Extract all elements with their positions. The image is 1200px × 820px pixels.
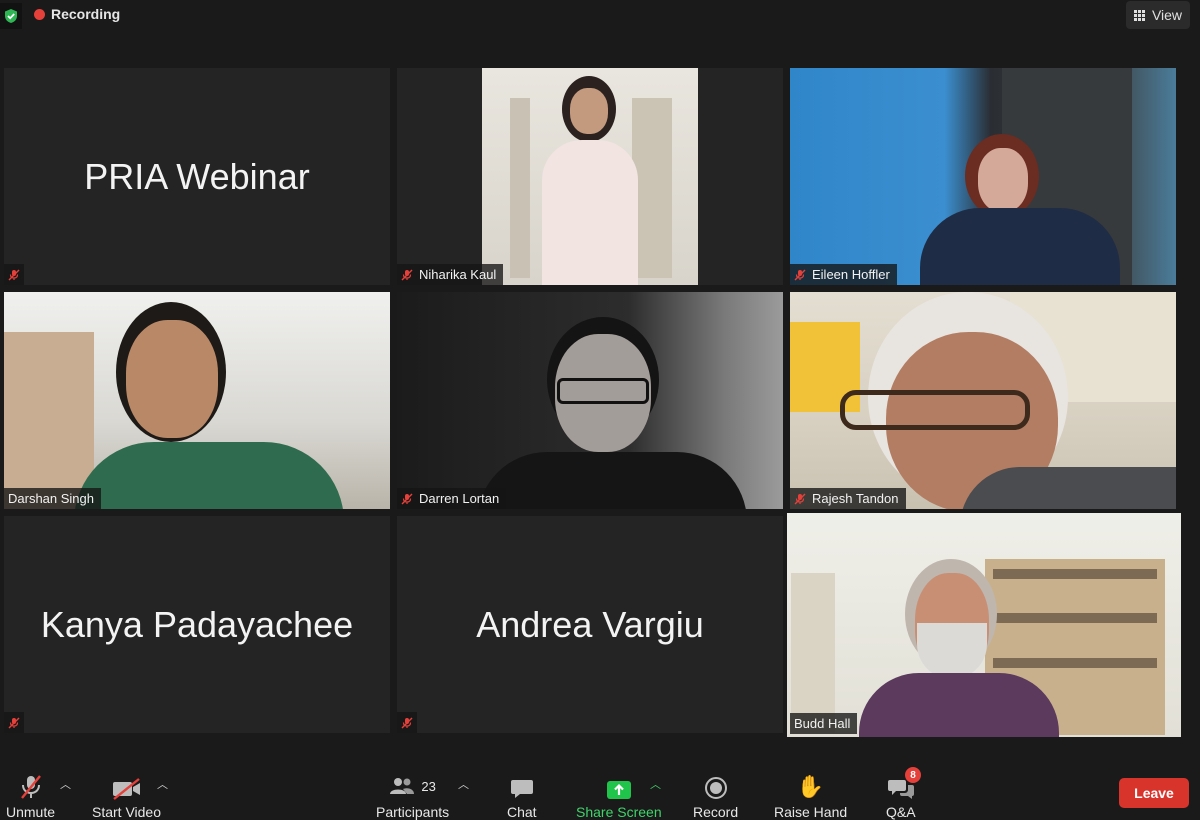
- participants-options-caret-icon[interactable]: ︿: [458, 776, 469, 792]
- unmute-button[interactable]: Unmute: [6, 772, 55, 820]
- share-screen-button[interactable]: Share Screen: [576, 772, 662, 820]
- top-bar: Recording View: [0, 0, 1200, 30]
- grid-view-icon: [1133, 9, 1145, 21]
- participants-label: Participants: [376, 804, 450, 820]
- muted-mic-icon: [794, 269, 806, 280]
- video-off-icon: [112, 772, 142, 800]
- raise-hand-label: Raise Hand: [774, 804, 848, 820]
- video-feed: [482, 68, 698, 285]
- recording-label: Recording: [51, 6, 121, 22]
- video-options-caret-icon[interactable]: ︿: [157, 776, 168, 792]
- participant-name-bar: Eileen Hoffler: [790, 264, 897, 285]
- participant-name: Niharika Kaul: [419, 267, 497, 282]
- participant-tile[interactable]: Darshan Singh: [4, 292, 390, 509]
- record-label: Record: [693, 804, 739, 820]
- participant-tile-active-speaker[interactable]: Budd Hall: [787, 513, 1181, 737]
- participant-name-bar: Darshan Singh: [4, 488, 101, 509]
- muted-mic-icon: [397, 712, 417, 733]
- share-screen-label: Share Screen: [576, 804, 662, 820]
- participant-tile[interactable]: Niharika Kaul: [397, 68, 783, 285]
- meeting-toolbar: Unmute ︿ Start Video ︿ 23 Participants ︿…: [0, 762, 1200, 820]
- muted-mic-icon: [794, 493, 806, 504]
- muted-mic-icon: [4, 712, 24, 733]
- view-label: View: [1151, 7, 1183, 23]
- audio-options-caret-icon[interactable]: ︿: [60, 776, 71, 792]
- participant-tile[interactable]: Kanya Padayachee: [4, 516, 390, 733]
- participant-display-name: PRIA Webinar: [84, 155, 310, 197]
- participant-name: Budd Hall: [794, 716, 851, 731]
- recording-indicator[interactable]: Recording: [34, 6, 120, 22]
- participant-name-bar: Niharika Kaul: [397, 264, 504, 285]
- muted-mic-icon: [20, 772, 42, 800]
- participant-name: Darren Lortan: [419, 491, 500, 506]
- muted-mic-icon: [401, 493, 413, 504]
- record-button[interactable]: Record: [693, 772, 738, 820]
- record-icon: [704, 772, 728, 800]
- unmute-label: Unmute: [6, 804, 56, 820]
- qa-label: Q&A: [886, 804, 916, 820]
- chat-label: Chat: [507, 804, 537, 820]
- raise-hand-icon: ✋: [796, 774, 825, 799]
- leave-button[interactable]: Leave: [1119, 778, 1189, 808]
- raise-hand-button[interactable]: ✋ Raise Hand: [774, 772, 847, 820]
- qa-badge: 8: [905, 767, 921, 783]
- participant-display-name: Kanya Padayachee: [40, 603, 354, 645]
- participant-tile[interactable]: Darren Lortan: [397, 292, 783, 509]
- muted-mic-icon: [401, 269, 413, 280]
- participant-display-name: Andrea Vargiu: [476, 603, 704, 645]
- share-screen-icon: [606, 772, 632, 800]
- chat-bubble-icon: [510, 772, 534, 800]
- participant-tile[interactable]: Eileen Hoffler: [790, 68, 1176, 285]
- video-feed: [787, 513, 1181, 737]
- view-button[interactable]: View: [1126, 1, 1190, 29]
- shield-check-icon[interactable]: [0, 3, 22, 29]
- participant-name-bar: Budd Hall: [790, 713, 858, 734]
- start-video-label: Start Video: [92, 804, 162, 820]
- participant-name-bar: Rajesh Tandon: [790, 488, 906, 509]
- chat-button[interactable]: Chat: [507, 772, 537, 820]
- participants-count: 23: [421, 778, 436, 794]
- participants-icon: [390, 778, 415, 794]
- video-feed: [4, 292, 390, 509]
- participant-name: Rajesh Tandon: [812, 491, 899, 506]
- participant-tile[interactable]: Andrea Vargiu: [397, 516, 783, 733]
- recording-dot-icon: [34, 8, 45, 20]
- share-options-caret-icon[interactable]: ︿: [650, 776, 661, 792]
- participant-tile[interactable]: PRIA Webinar: [4, 68, 390, 285]
- video-feed: [397, 292, 783, 509]
- participant-name: Eileen Hoffler: [812, 267, 890, 282]
- video-feed: [790, 68, 1176, 285]
- start-video-button[interactable]: Start Video: [92, 772, 161, 820]
- participants-button[interactable]: 23 Participants: [376, 772, 449, 820]
- muted-mic-icon: [4, 264, 24, 285]
- participant-name-bar: Darren Lortan: [397, 488, 507, 509]
- video-feed: [790, 292, 1176, 509]
- participant-name: Darshan Singh: [8, 491, 94, 506]
- participant-tile[interactable]: Rajesh Tandon: [790, 292, 1176, 509]
